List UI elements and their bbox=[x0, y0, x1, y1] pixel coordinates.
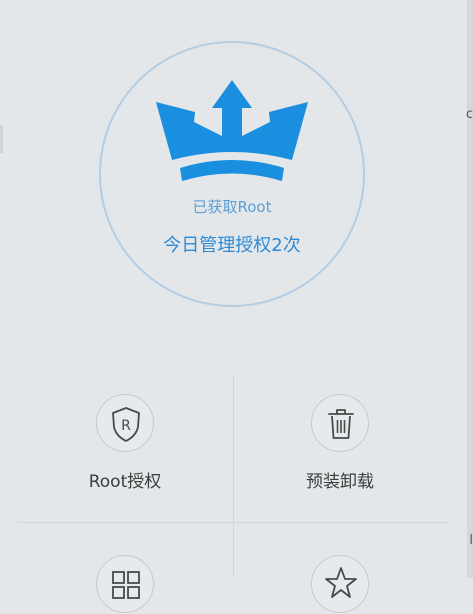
edge-glyph-bottom: l bbox=[469, 533, 473, 548]
edge-glyph-top: c bbox=[465, 107, 473, 122]
root-status-text: 已获取Root bbox=[192, 198, 272, 216]
trash-icon bbox=[311, 394, 369, 452]
shield-r-icon: R bbox=[96, 394, 154, 452]
svg-text:R: R bbox=[121, 418, 131, 434]
right-edge-strip bbox=[467, 0, 473, 578]
today-auth-count: 今日管理授权2次 bbox=[163, 235, 301, 256]
tile-root-auth-label: Root授权 bbox=[88, 472, 162, 492]
grid-icon bbox=[96, 555, 154, 613]
tile-preinstall-uninstall-label: 预装卸载 bbox=[306, 472, 374, 492]
grid-divider-horizontal bbox=[18, 522, 448, 523]
left-edge-mark bbox=[0, 125, 3, 153]
grid-divider-vertical bbox=[233, 375, 234, 578]
star-icon bbox=[311, 555, 369, 613]
crown-icon bbox=[156, 80, 308, 181]
